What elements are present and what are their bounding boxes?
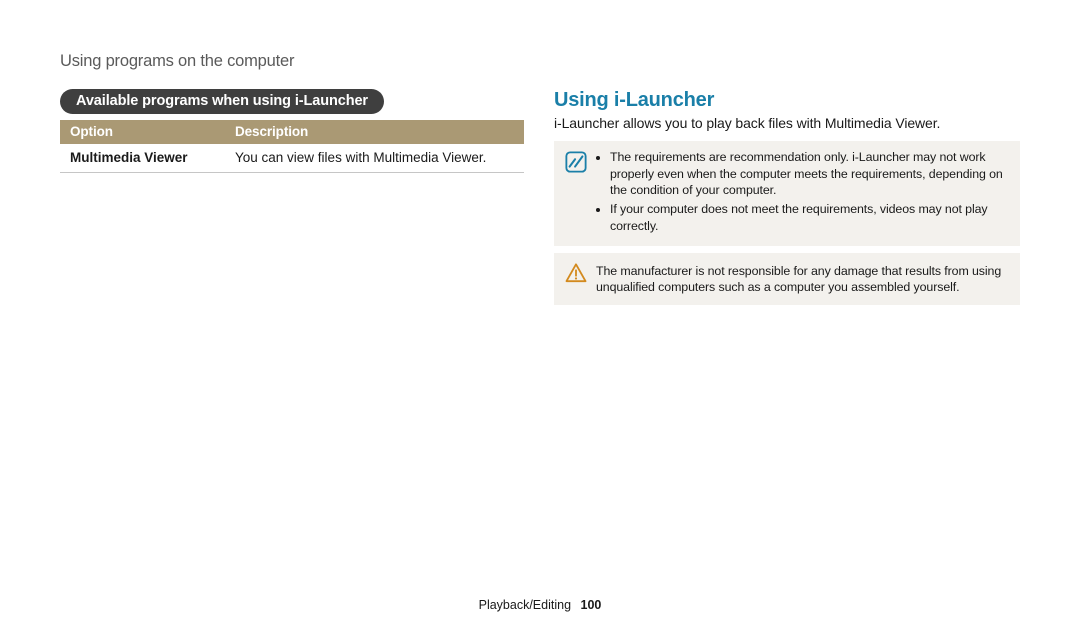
page-footer: Playback/Editing 100 <box>0 598 1080 612</box>
table-header-row: Option Description <box>60 120 524 144</box>
section-description: i-Launcher allows you to play back files… <box>554 115 1020 131</box>
note-callout: The requirements are recommendation only… <box>554 141 1020 246</box>
two-column-layout: Available programs when using i-Launcher… <box>60 89 1020 312</box>
page-number: 100 <box>581 598 602 612</box>
note-item: If your computer does not meet the requi… <box>610 201 1006 234</box>
warning-text: The manufacturer is not responsible for … <box>596 261 1006 296</box>
left-column: Available programs when using i-Launcher… <box>60 89 524 312</box>
breadcrumb: Using programs on the computer <box>60 52 1020 71</box>
warning-icon <box>564 261 588 296</box>
programs-table: Option Description Multimedia Viewer You… <box>60 120 524 173</box>
note-icon <box>564 149 588 237</box>
th-option: Option <box>60 120 225 144</box>
page: Using programs on the computer Available… <box>0 0 1080 630</box>
right-column: Using i-Launcher i-Launcher allows you t… <box>554 89 1020 312</box>
cell-description: You can view files with Multimedia Viewe… <box>225 144 524 173</box>
th-description: Description <box>225 120 524 144</box>
section-pill-header: Available programs when using i-Launcher <box>60 89 384 114</box>
section-title: Using i-Launcher <box>554 89 1020 112</box>
note-list: The requirements are recommendation only… <box>596 149 1006 237</box>
warning-callout: The manufacturer is not responsible for … <box>554 253 1020 305</box>
cell-option: Multimedia Viewer <box>60 144 225 173</box>
table-row: Multimedia Viewer You can view files wit… <box>60 144 524 173</box>
note-item: The requirements are recommendation only… <box>610 149 1006 199</box>
footer-section: Playback/Editing <box>479 598 571 612</box>
